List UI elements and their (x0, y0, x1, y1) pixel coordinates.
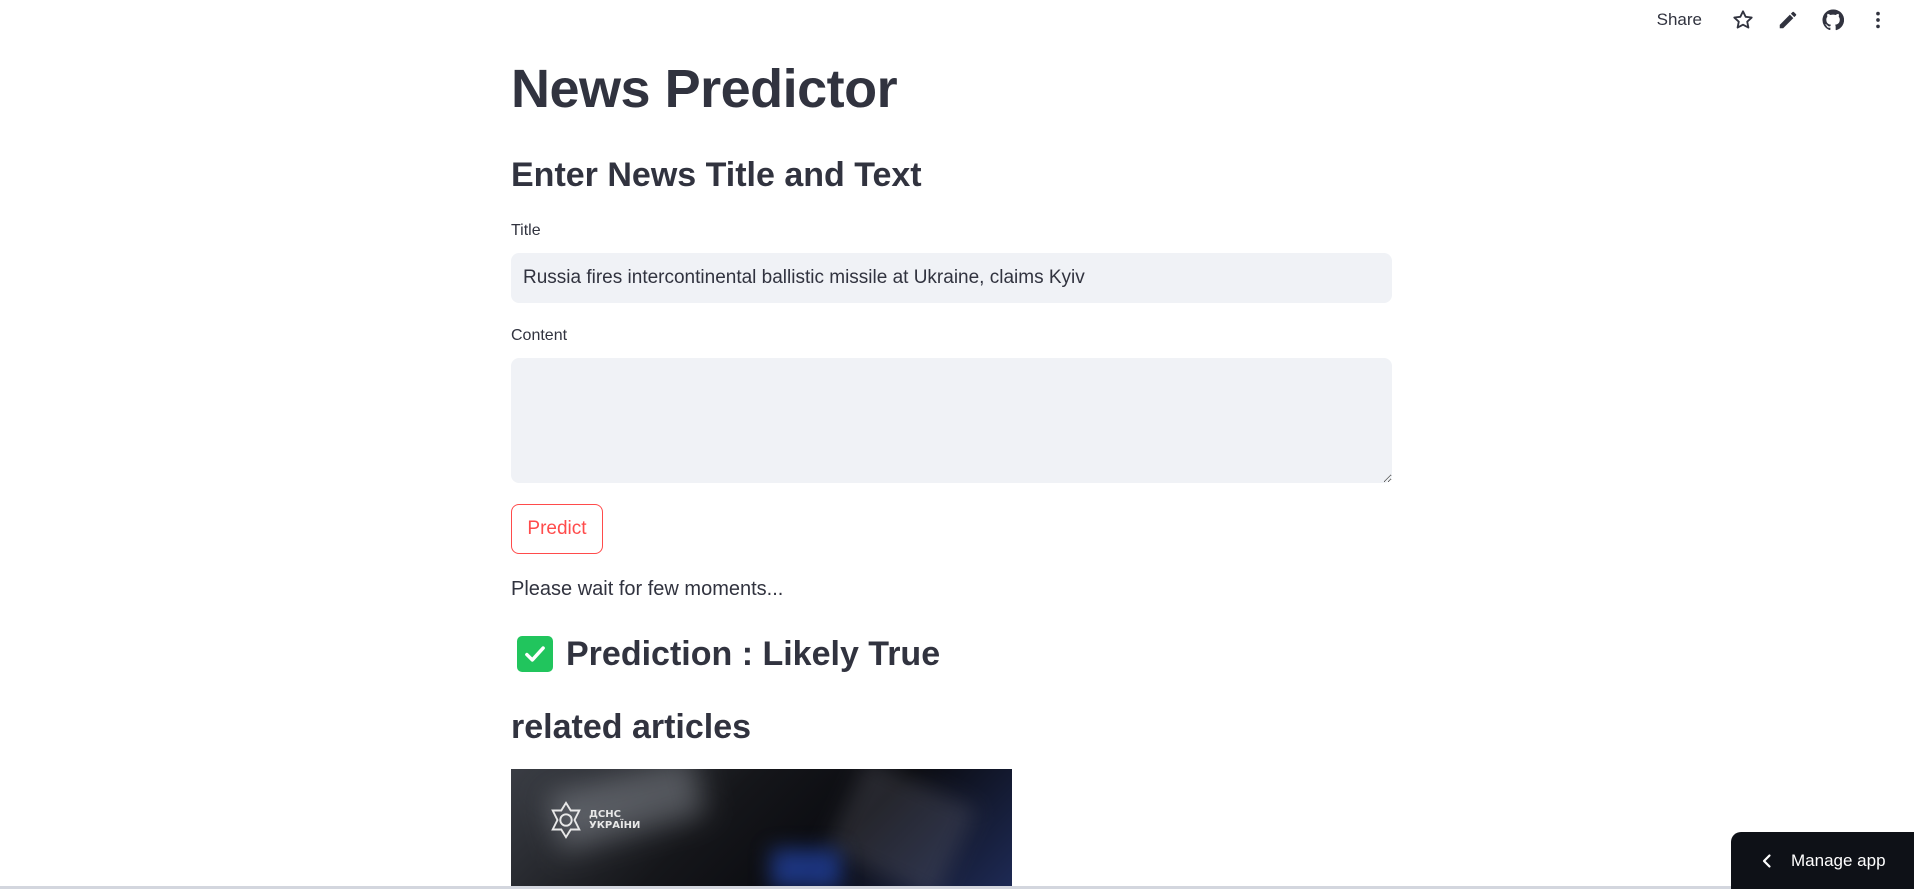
app-page: Share News Predictor Enter News Title an… (0, 0, 1914, 889)
emergency-service-logo: ДСНС УКРАЇНИ (547, 801, 640, 839)
title-label: Title (511, 222, 541, 239)
check-icon (517, 636, 553, 672)
content-label: Content (511, 327, 568, 344)
prediction-result: Prediction : Likely True (517, 636, 940, 672)
manage-app-button[interactable]: Manage app (1731, 832, 1914, 889)
page-title: News Predictor (511, 59, 898, 119)
pencil-icon[interactable] (1765, 0, 1810, 40)
related-article-image[interactable]: ДСНС УКРАЇНИ (511, 769, 1012, 889)
related-articles-heading: related articles (511, 708, 752, 746)
form-subheader: Enter News Title and Text (511, 156, 922, 194)
chevron-left-icon (1762, 853, 1771, 868)
manage-app-label: Manage app (1791, 850, 1886, 870)
title-input[interactable] (511, 253, 1392, 303)
predict-button[interactable]: Predict (511, 504, 603, 554)
prediction-text: Prediction : Likely True (566, 635, 941, 673)
top-toolbar: Share (1657, 0, 1914, 40)
content-textarea[interactable] (511, 358, 1392, 483)
status-text: Please wait for few moments... (511, 578, 784, 600)
more-vertical-icon[interactable] (1855, 0, 1900, 40)
github-icon[interactable] (1810, 0, 1855, 40)
share-button[interactable]: Share (1657, 10, 1702, 30)
star-icon[interactable] (1720, 0, 1765, 40)
